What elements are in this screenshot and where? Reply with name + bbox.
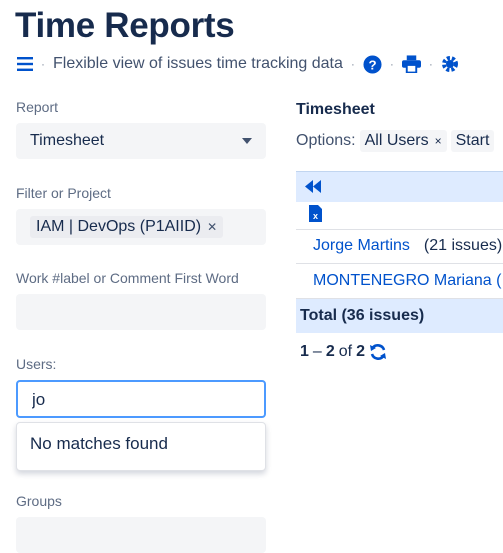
- report-select-value: Timesheet: [30, 132, 105, 149]
- option-chip-label: All Users: [364, 132, 429, 149]
- users-dropdown: No matches found: [16, 422, 266, 471]
- page-total: 2: [356, 343, 365, 360]
- header-toolbar: · Flexible view of issues time tracking …: [15, 52, 459, 76]
- remove-option-icon[interactable]: ×: [435, 134, 442, 148]
- table-row: MONTENEGRO Mariana (: [296, 264, 503, 299]
- remove-tag-icon[interactable]: ✕: [207, 220, 217, 234]
- user-link[interactable]: Jorge Martins: [313, 237, 410, 255]
- excel-export-icon[interactable]: x: [309, 205, 322, 227]
- page-range-start: 1: [300, 343, 309, 360]
- work-label-input[interactable]: [16, 294, 266, 330]
- users-input-wrapper: [16, 380, 266, 418]
- table-header: [296, 171, 503, 202]
- no-matches-message: No matches found: [30, 434, 168, 453]
- filter-input[interactable]: IAM | DevOps (P1AIID) ✕: [16, 209, 266, 245]
- print-icon[interactable]: [401, 55, 421, 73]
- report-select[interactable]: Timesheet: [16, 123, 266, 159]
- separator: ·: [41, 57, 45, 71]
- filter-tag-label: IAM | DevOps (P1AIID): [36, 218, 202, 235]
- separator: ·: [428, 57, 433, 71]
- page-subtitle: Flexible view of issues time tracking da…: [53, 55, 343, 72]
- option-chip-all-users: All Users ×: [359, 130, 447, 152]
- page-of: of: [338, 343, 353, 360]
- table-row: Jorge Martins (21 issues): [296, 229, 503, 264]
- help-icon[interactable]: ?: [363, 54, 382, 74]
- users-label: Users:: [16, 356, 57, 372]
- options-bar: Options: All Users × Start: [296, 130, 495, 152]
- total-row: Total (36 issues): [296, 299, 503, 333]
- filter-label: Filter or Project: [16, 185, 111, 201]
- groups-label: Groups: [16, 493, 62, 509]
- timesheet-heading: Timesheet: [296, 101, 375, 118]
- users-input[interactable]: [30, 389, 254, 411]
- groups-input[interactable]: [16, 517, 266, 553]
- svg-text:x: x: [313, 211, 318, 221]
- total-label: Total (36 issues): [300, 307, 425, 324]
- option-chip-start-label: Start: [455, 132, 490, 149]
- issue-count: (21 issues): [423, 237, 503, 254]
- separator: ·: [389, 57, 394, 71]
- refresh-icon[interactable]: [369, 343, 387, 361]
- previous-period-icon[interactable]: [304, 180, 322, 198]
- option-chip-start[interactable]: Start: [450, 130, 495, 152]
- page-title: Time Reports: [15, 6, 235, 45]
- svg-text:?: ?: [368, 57, 376, 72]
- pagination: 1–2 of 2: [300, 343, 387, 361]
- options-label: Options:: [296, 132, 356, 149]
- work-label-label: Work #label or Comment First Word: [16, 270, 239, 286]
- menu-icon[interactable]: [17, 57, 33, 71]
- export-row: x: [296, 201, 503, 230]
- user-link[interactable]: MONTENEGRO Mariana (: [313, 272, 501, 290]
- separator: ·: [350, 57, 355, 71]
- chevron-down-icon: [242, 138, 252, 144]
- report-label: Report: [16, 99, 59, 115]
- page-range-dash: –: [312, 343, 322, 360]
- page-range-end: 2: [325, 343, 335, 360]
- settings-icon[interactable]: [441, 55, 459, 73]
- filter-tag: IAM | DevOps (P1AIID) ✕: [30, 216, 224, 238]
